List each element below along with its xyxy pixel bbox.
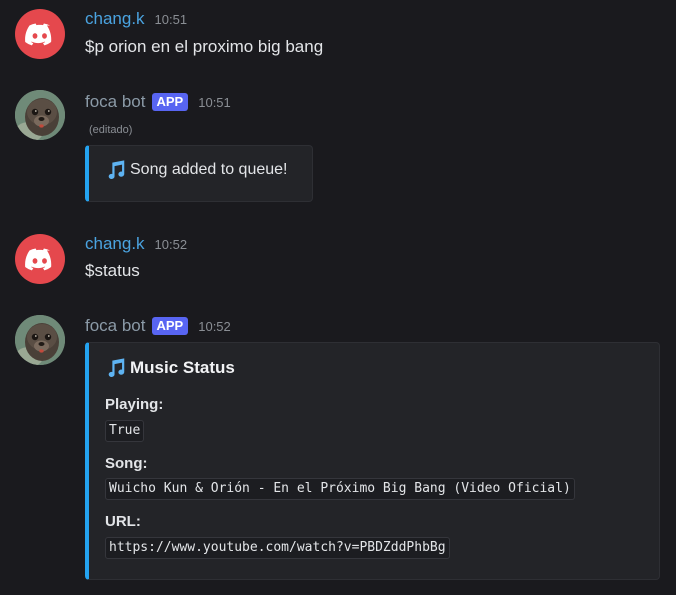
discord-logo-icon (25, 248, 52, 271)
field-value-song: Wuicho Kun & Orión - En el Próximo Big B… (105, 478, 575, 500)
author-name[interactable]: chang.k (85, 234, 145, 254)
chat-log: chang.k 10:51 $p orion en el proximo big… (0, 0, 676, 595)
author-name[interactable]: foca bot (85, 316, 146, 336)
message-text: $p orion en el proximo big bang (85, 37, 324, 56)
message-text: $status (85, 261, 140, 280)
discord-logo-icon (25, 23, 52, 46)
edited-label: (editado) (89, 124, 133, 136)
musical-note-icon (108, 160, 125, 179)
embed-title-row: Music Status (105, 357, 235, 379)
bot-avatar[interactable] (15, 315, 65, 365)
user-avatar[interactable] (15, 9, 65, 59)
message-timestamp[interactable]: 10:52 (198, 319, 231, 334)
message-header: chang.k 10:51 (85, 9, 187, 29)
app-badge: APP (151, 93, 189, 111)
embed-text: Song added to queue! (130, 161, 288, 178)
field-value-url[interactable]: https://www.youtube.com/watch?v=PBDZddPh… (105, 537, 450, 559)
embed-card: Song added to queue! (85, 145, 313, 202)
bot-avatar[interactable] (15, 90, 65, 140)
field-value-playing: True (105, 420, 145, 442)
message-timestamp[interactable]: 10:51 (198, 95, 231, 110)
message-header: chang.k 10:52 (85, 234, 187, 254)
app-badge: APP (151, 317, 189, 335)
author-name[interactable]: foca bot (85, 92, 146, 112)
field-name-song: Song: (105, 455, 148, 472)
embed-line: Song added to queue! (105, 159, 287, 181)
seal-avatar-image (15, 90, 65, 140)
message-header: foca bot APP 10:52 (85, 316, 231, 336)
seal-avatar-image (15, 315, 65, 365)
author-name[interactable]: chang.k (85, 9, 145, 29)
embed-title: Music Status (130, 358, 235, 377)
field-name-url: URL: (105, 513, 141, 530)
user-avatar[interactable] (15, 234, 65, 284)
message-timestamp[interactable]: 10:51 (155, 12, 188, 27)
musical-note-icon (108, 358, 125, 377)
message-timestamp[interactable]: 10:52 (155, 237, 188, 252)
field-name-playing: Playing: (105, 396, 164, 413)
embed-card: Music Status Playing: True Song: Wuicho … (85, 342, 660, 580)
message-header: foca bot APP 10:51 (85, 92, 231, 112)
